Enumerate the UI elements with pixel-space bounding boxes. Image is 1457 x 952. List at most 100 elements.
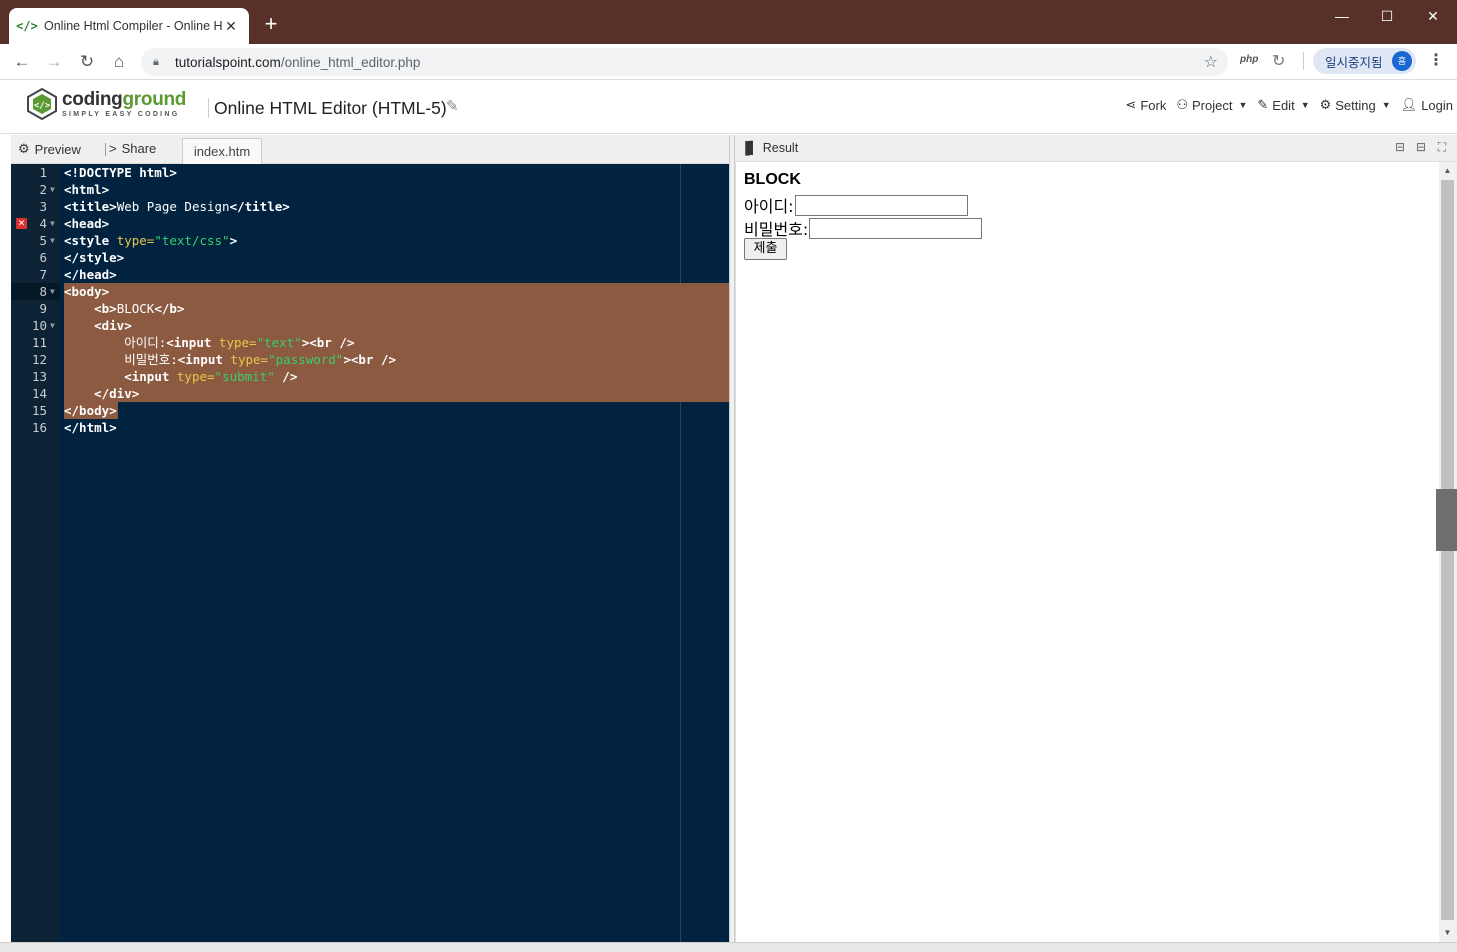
logo[interactable]: </> codingground SIMPLY EASY CODING	[25, 87, 186, 121]
toolbar-divider	[105, 143, 106, 156]
code-line[interactable]: 5 ▼ <style type="text/css">	[11, 232, 729, 249]
fold-toggle-icon[interactable]: ▼	[50, 215, 55, 232]
top-nav: ⋖ Fork ⚇ Project ▼ ✎ Edit ▼ ⚙ Setting ▼ …	[1115, 97, 1453, 113]
url-input[interactable]: 🔒︎ tutorialspoint.com/online_html_editor…	[141, 48, 1228, 76]
profile-button[interactable]: 일시중지됨 흠	[1313, 48, 1416, 74]
project-icon: ⚇	[1176, 97, 1188, 112]
id-row: 아이디:	[744, 193, 968, 217]
bottom-bar	[0, 942, 1457, 952]
site-header: </> codingground SIMPLY EASY CODING Onli…	[0, 81, 1457, 134]
forward-icon[interactable]: →	[42, 50, 66, 74]
code-line[interactable]: 4 ▼ <head>	[11, 215, 729, 232]
fold-toggle-icon[interactable]: ▼	[50, 181, 55, 198]
bookmark-star-icon[interactable]: ☆	[1204, 52, 1218, 72]
fold-toggle-icon[interactable]: ▼	[50, 283, 55, 300]
code-line[interactable]: 7 </head>	[11, 266, 729, 283]
code-text: </div>	[94, 386, 140, 401]
user-icon: 👤︎	[1400, 97, 1418, 112]
fullscreen-icon[interactable]: ⛶	[1434, 140, 1450, 156]
line-number: 9	[39, 301, 47, 316]
browser-titlebar: </> Online Html Compiler - Online H ✕ + …	[0, 0, 1457, 44]
expand-horizontal-icon[interactable]: ⊟	[1392, 140, 1408, 156]
code-line[interactable]: 8 ▼ <body>	[11, 283, 729, 300]
close-tab-icon[interactable]: ✕	[223, 18, 239, 35]
back-icon[interactable]: ←	[10, 50, 34, 74]
code-text: <style type="text/css">	[64, 233, 238, 248]
id-label: 아이디:	[744, 197, 794, 216]
extension-refresh-icon[interactable]: ↻	[1272, 51, 1290, 70]
new-tab-button[interactable]: +	[259, 13, 283, 37]
nav-setting[interactable]: ⚙ Setting ▼	[1320, 97, 1391, 113]
code-line[interactable]: 1 <!DOCTYPE html>	[11, 164, 729, 181]
logo-icon: </>	[25, 87, 59, 121]
id-input[interactable]	[794, 194, 968, 216]
result-label: Result	[762, 141, 799, 155]
fold-toggle-icon[interactable]: ▼	[50, 317, 55, 334]
browser-menu-icon[interactable]: ⋮	[1428, 50, 1444, 72]
browser-tab[interactable]: </> Online Html Compiler - Online H ✕	[9, 8, 249, 44]
line-number: 5	[39, 233, 47, 248]
url-path: /online_html_editor.php	[280, 54, 421, 70]
header-divider	[208, 98, 209, 118]
bar-chart-icon: ▐▍	[741, 141, 759, 155]
editor-toolbar: ⚙ Preview > Share index.htm	[11, 135, 729, 165]
code-line[interactable]: 10 ▼ <div>	[11, 317, 729, 334]
line-number: 16	[31, 420, 47, 435]
line-number: 13	[31, 369, 47, 384]
code-line[interactable]: 6 </style>	[11, 249, 729, 266]
chevron-down-icon: ▼	[1381, 100, 1391, 110]
home-icon[interactable]: ⌂	[107, 50, 131, 74]
code-line[interactable]: 11 아이디:<input type="text"><br />	[11, 334, 729, 351]
fork-icon: ⋖	[1125, 97, 1137, 112]
code-line[interactable]: 3 <title>Web Page Design</title>	[11, 198, 729, 215]
code-text: 비밀번호:<input type="password"><br />	[64, 352, 397, 367]
code-icon: </>	[16, 19, 38, 33]
minimize-button[interactable]: —	[1327, 4, 1357, 28]
nav-login[interactable]: 👤︎ Login	[1401, 97, 1453, 113]
code-line[interactable]: 14 </div>	[11, 385, 729, 402]
line-number: 12	[31, 352, 47, 367]
close-window-button[interactable]: ✕	[1418, 4, 1448, 28]
scroll-up-icon[interactable]: ▲	[1441, 166, 1454, 178]
code-line[interactable]: 12 비밀번호:<input type="password"><br />	[11, 351, 729, 368]
reload-icon[interactable]: ↻	[75, 50, 99, 74]
line-number: 7	[39, 267, 47, 282]
lock-icon: 🔒︎	[153, 55, 159, 68]
nav-fork-label: Fork	[1140, 97, 1167, 113]
code-text: </head>	[64, 267, 117, 282]
line-number: 10	[31, 318, 47, 333]
submit-button[interactable]: 제출	[744, 238, 787, 260]
nav-edit[interactable]: ✎ Edit ▼	[1257, 97, 1309, 113]
line-number: 15	[31, 403, 47, 418]
preview-label: Preview	[34, 141, 81, 157]
nav-project[interactable]: ⚇ Project ▼	[1176, 97, 1247, 113]
tab-title: Online Html Compiler - Online H	[44, 19, 223, 33]
page-title: Online HTML Editor (HTML-5)	[214, 98, 447, 118]
collapse-icon[interactable]: ⊟	[1413, 140, 1429, 156]
code-line[interactable]: 16 </html>	[11, 419, 729, 436]
logo-subtitle: SIMPLY EASY CODING	[62, 110, 180, 118]
scrollbar-thumb[interactable]	[1436, 489, 1457, 551]
code-line[interactable]: 15 </body>	[11, 402, 729, 419]
code-line[interactable]: 2 ▼ <html>	[11, 181, 729, 198]
maximize-button[interactable]: ☐	[1372, 4, 1402, 28]
password-input[interactable]	[809, 217, 983, 239]
tab-index-htm[interactable]: index.htm	[182, 138, 262, 165]
code-line[interactable]: 9 <b>BLOCK</b>	[11, 300, 729, 317]
password-label: 비밀번호:	[744, 220, 809, 239]
scroll-down-icon[interactable]: ▼	[1441, 928, 1454, 940]
gear-icon: ⚙	[1319, 97, 1332, 112]
share-icon: >	[109, 141, 117, 156]
code-text: <input type="submit" />	[124, 369, 298, 384]
fold-toggle-icon[interactable]: ▼	[50, 232, 55, 249]
result-frame: BLOCK 아이디: 비밀번호: 제출	[735, 162, 1440, 942]
edit-title-icon[interactable]: ✎	[446, 97, 459, 115]
php-extension-icon[interactable]: php	[1240, 54, 1258, 65]
nav-fork[interactable]: ⋖ Fork	[1125, 97, 1166, 113]
code-editor[interactable]: ✕ 1 <!DOCTYPE html> 2 ▼ <html> 3 <title>Web Pa…	[11, 164, 729, 942]
share-button[interactable]: > Share	[109, 141, 156, 156]
line-number: 6	[39, 250, 47, 265]
code-text: <body>	[64, 284, 110, 299]
preview-button[interactable]: ⚙ Preview	[18, 141, 81, 157]
code-line[interactable]: 13 <input type="submit" />	[11, 368, 729, 385]
